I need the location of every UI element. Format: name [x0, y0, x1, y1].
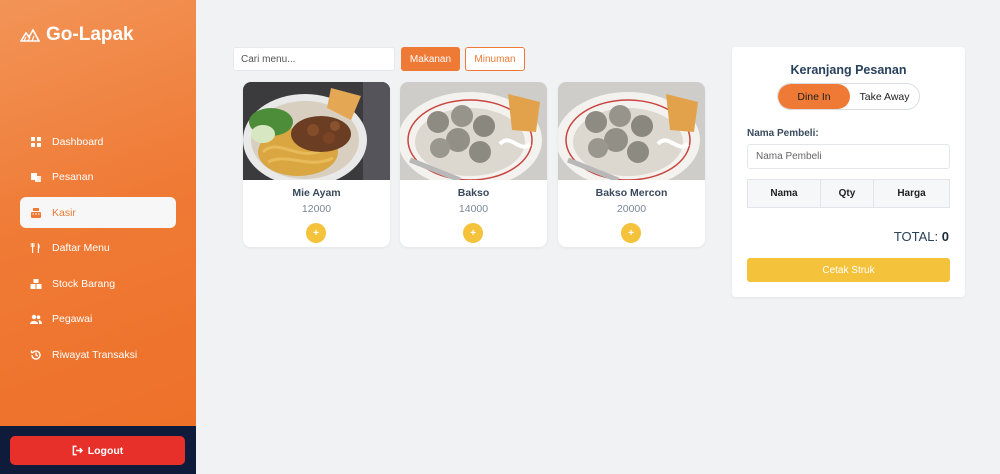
cart-table-header: Nama Qty Harga	[747, 179, 950, 208]
receipt-icon	[31, 173, 41, 182]
sidebar: Go-Lapak Dashboard Pesanan Kasir Daftar …	[0, 0, 196, 474]
sidebar-item-label: Daftar Menu	[52, 242, 110, 254]
menu-price: 14000	[458, 203, 489, 215]
buyer-name-label: Nama Pembeli:	[747, 128, 819, 139]
menu-price: 20000	[616, 203, 647, 215]
brand[interactable]: Go-Lapak	[20, 24, 134, 46]
logo-icon	[20, 28, 40, 42]
sidebar-item-label: Riwayat Transaksi	[52, 348, 138, 361]
column-header-qty: Qty	[820, 179, 874, 208]
sidebar-item-daftar-menu[interactable]: Daftar Menu	[20, 233, 176, 264]
sidebar-item-dashboard[interactable]: Dashboard	[20, 126, 176, 157]
order-mode-toggle: Dine In Take Away	[777, 83, 920, 110]
add-to-cart-button[interactable]: +	[621, 223, 641, 243]
menu-card: Mie Ayam 12000 +	[243, 82, 390, 247]
boxes-icon	[30, 278, 42, 289]
sidebar-item-stock-barang[interactable]: Stock Barang	[20, 268, 176, 299]
sidebar-item-pesanan[interactable]: Pesanan	[20, 162, 176, 193]
total-value: 0	[941, 229, 949, 244]
cart-total: TOTAL: 0	[894, 229, 949, 244]
logout-icon	[72, 445, 83, 456]
menu-name: Bakso Mercon	[595, 187, 668, 199]
search-input[interactable]	[233, 47, 395, 71]
column-header-nama: Nama	[747, 179, 821, 208]
menu-name: Bakso	[457, 187, 490, 199]
total-label: TOTAL:	[893, 229, 939, 244]
bakso-mercon-photo	[558, 82, 705, 180]
brand-name: Go-Lapak	[46, 24, 134, 45]
cart-title: Keranjang Pesanan	[790, 63, 907, 77]
users-icon	[30, 314, 42, 324]
add-to-cart-button[interactable]: +	[306, 223, 326, 243]
menu-card: Bakso 14000 +	[400, 82, 547, 247]
sidebar-item-label: Pesanan	[52, 171, 94, 183]
menu-price: 12000	[301, 203, 332, 215]
menu-name: Mie Ayam	[292, 187, 341, 199]
menu-card: Bakso Mercon 20000 +	[558, 82, 705, 247]
dine-in-option[interactable]: Dine In	[778, 84, 850, 109]
grid-icon	[31, 136, 41, 147]
sidebar-footer: Logout	[0, 426, 196, 474]
print-receipt-button[interactable]: Cetak Struk	[747, 258, 950, 282]
tab-minuman[interactable]: Minuman	[465, 47, 525, 71]
take-away-option[interactable]: Take Away	[850, 84, 919, 109]
sidebar-item-riwayat-transaksi[interactable]: Riwayat Transaksi	[20, 339, 176, 370]
history-icon	[30, 349, 41, 360]
sidebar-item-label: Kasir	[52, 206, 76, 219]
utensils-icon	[30, 243, 40, 253]
mie-ayam-photo	[243, 82, 390, 180]
column-header-harga: Harga	[873, 179, 950, 208]
buyer-name-input[interactable]	[747, 144, 950, 169]
sidebar-item-label: Dashboard	[52, 135, 104, 148]
sidebar-item-pegawai[interactable]: Pegawai	[20, 304, 176, 335]
logout-label: Logout	[87, 444, 124, 457]
cash-register-icon	[31, 207, 41, 218]
cart-table: Nama Qty Harga	[747, 179, 950, 208]
sidebar-item-kasir[interactable]: Kasir	[20, 197, 176, 228]
sidebar-item-label: Stock Barang	[52, 277, 116, 290]
add-to-cart-button[interactable]: +	[463, 223, 483, 243]
cart-panel: Keranjang Pesanan Dine In Take Away Nama…	[732, 47, 965, 297]
logout-button[interactable]: Logout	[10, 436, 185, 465]
sidebar-nav: Dashboard Pesanan Kasir Daftar Menu Stoc…	[20, 126, 176, 375]
sidebar-item-label: Pegawai	[52, 313, 93, 325]
tab-makanan[interactable]: Makanan	[401, 47, 460, 71]
bakso-photo	[400, 82, 547, 180]
